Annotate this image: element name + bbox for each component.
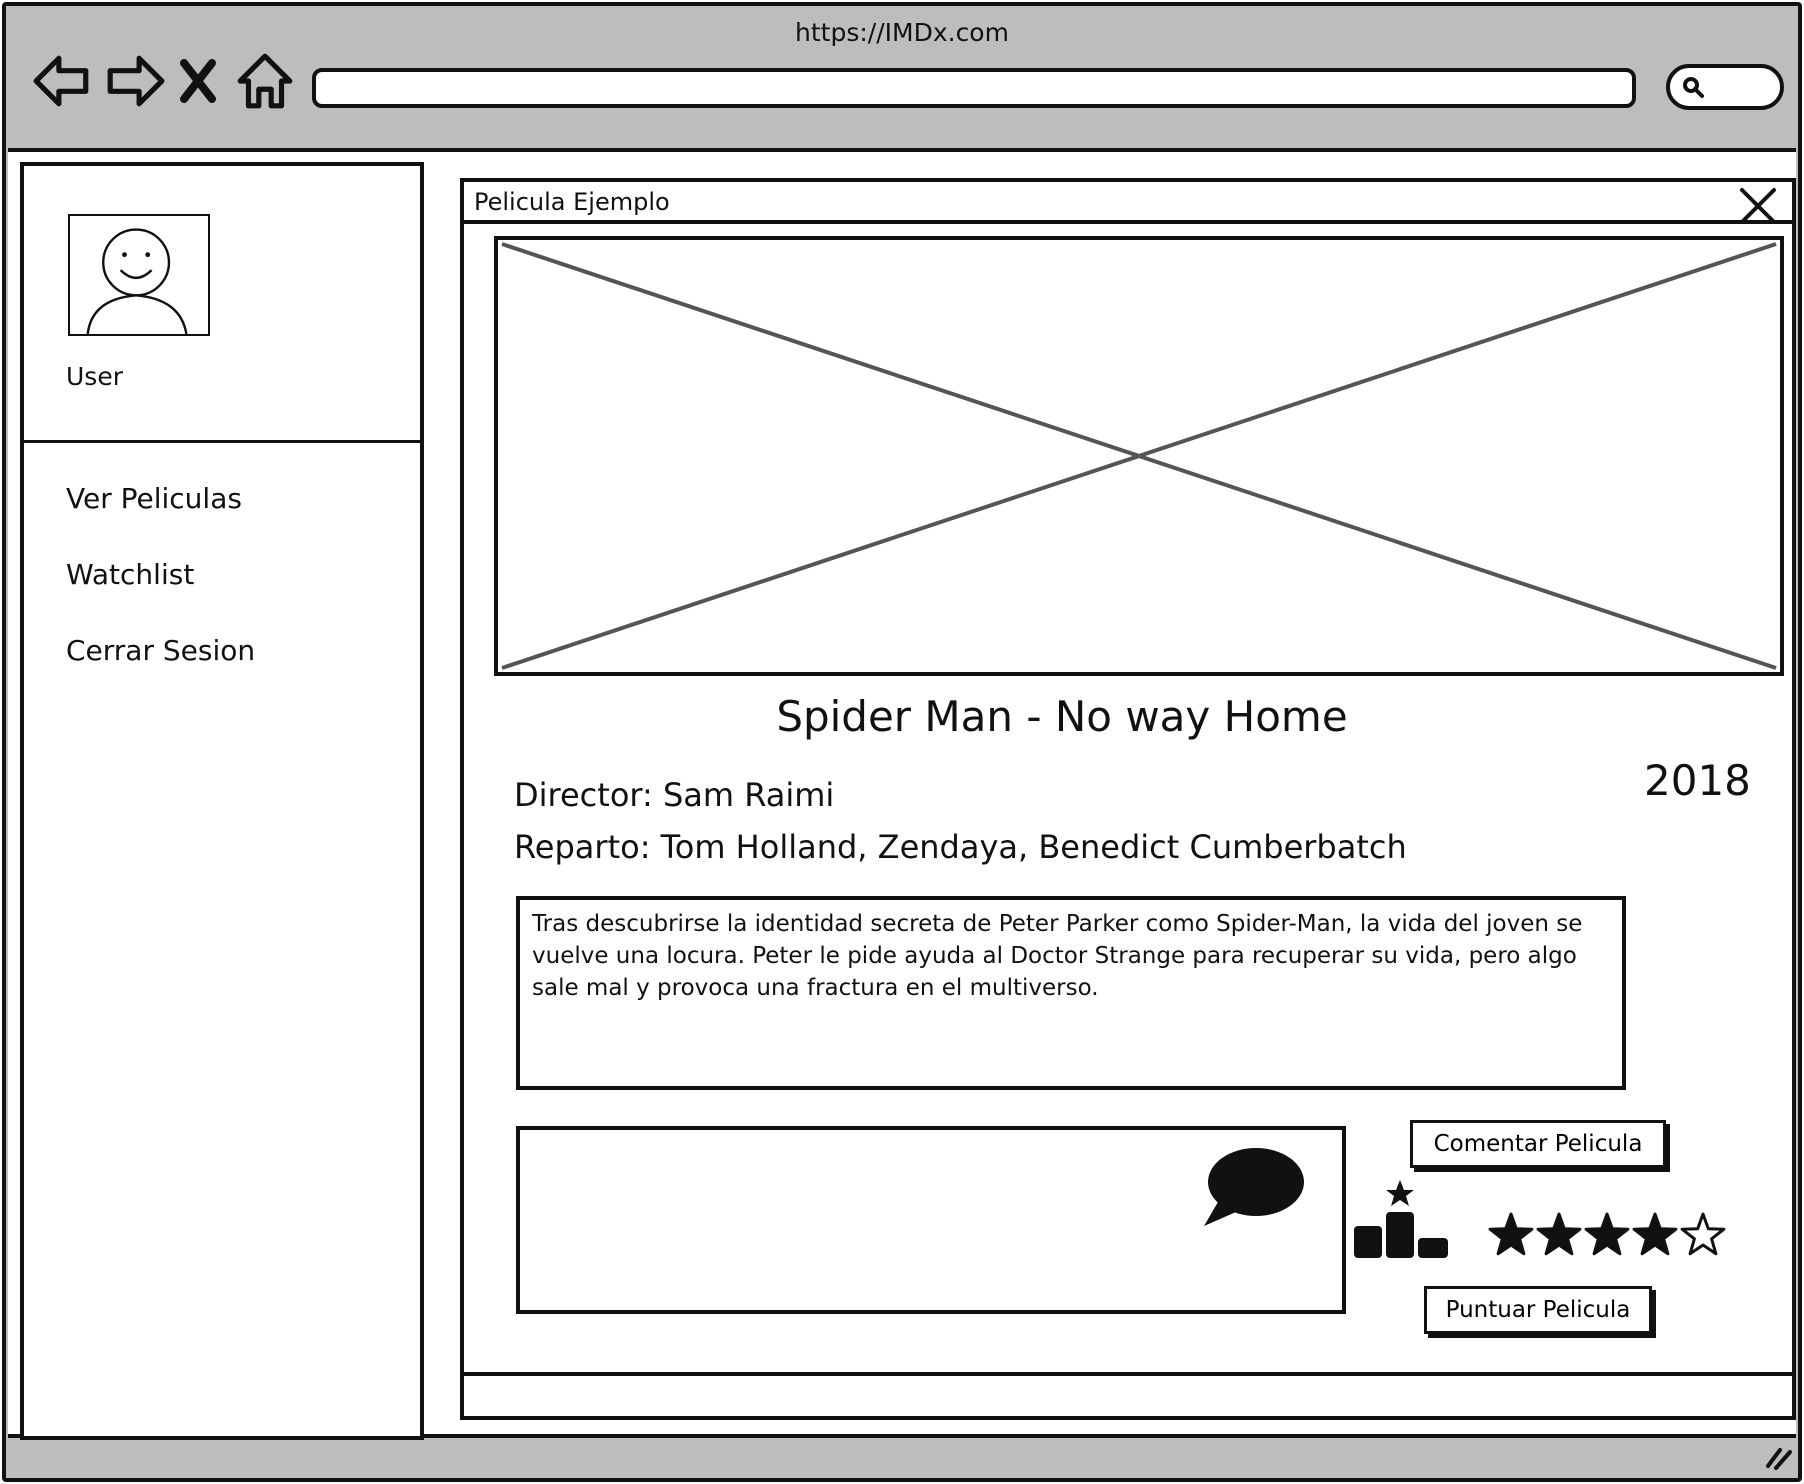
star-rating[interactable] (1488, 1210, 1726, 1266)
window-titlebar: Pelicula Ejemplo (464, 182, 1792, 224)
avatar (68, 214, 210, 336)
search-icon (1683, 77, 1704, 98)
comment-button[interactable]: Comentar Pelicula (1410, 1120, 1666, 1168)
director-text: Director: Sam Raimi (514, 776, 835, 814)
movie-title: Spider Man - No way Home (776, 692, 1348, 741)
star-filled-icon[interactable] (1584, 1210, 1630, 1260)
star-empty-icon[interactable] (1680, 1210, 1726, 1260)
sidebar-item-ver-peliculas[interactable]: Ver Peliculas (66, 482, 242, 515)
page-viewport: User Ver Peliculas Watchlist Cerrar Sesi… (8, 148, 1796, 1440)
address-bar[interactable] (312, 68, 1636, 108)
star-filled-icon[interactable] (1536, 1210, 1582, 1260)
movie-window: Pelicula Ejemplo Spider Man - No way Hom… (460, 178, 1796, 1420)
search-input[interactable] (1666, 64, 1784, 110)
rate-button[interactable]: Puntuar Pelicula (1424, 1286, 1652, 1334)
window-footer (464, 1372, 1792, 1416)
sidebar-item-cerrar-sesion[interactable]: Cerrar Sesion (66, 634, 255, 667)
close-icon[interactable] (1738, 186, 1778, 226)
cast-text: Reparto: Tom Holland, Zendaya, Benedict … (514, 828, 1407, 866)
sidebar-divider (24, 440, 420, 443)
speech-bubble-icon (1204, 1148, 1304, 1226)
sidebar: User Ver Peliculas Watchlist Cerrar Sesi… (20, 162, 424, 1440)
movie-image-placeholder (494, 236, 1784, 676)
window-title: Pelicula Ejemplo (474, 188, 670, 216)
user-label: User (66, 362, 123, 391)
star-filled-icon[interactable] (1632, 1210, 1678, 1260)
movie-year: 2018 (1644, 756, 1751, 805)
browser-window: https://IMDx.com User Ver Peliculas Watc… (2, 2, 1802, 1482)
home-icon[interactable] (234, 50, 296, 112)
sidebar-item-watchlist[interactable]: Watchlist (66, 558, 194, 591)
stop-icon[interactable] (178, 50, 218, 112)
comment-input[interactable] (516, 1126, 1346, 1314)
ranking-icon (1354, 1180, 1448, 1258)
star-filled-icon[interactable] (1488, 1210, 1534, 1260)
forward-arrow-icon[interactable] (104, 50, 166, 112)
resize-grip-icon[interactable] (1764, 1444, 1792, 1470)
url-display: https://IMDx.com (795, 18, 1009, 47)
synopsis-text: Tras descubrirse la identidad secreta de… (516, 896, 1626, 1090)
back-arrow-icon[interactable] (32, 50, 94, 112)
